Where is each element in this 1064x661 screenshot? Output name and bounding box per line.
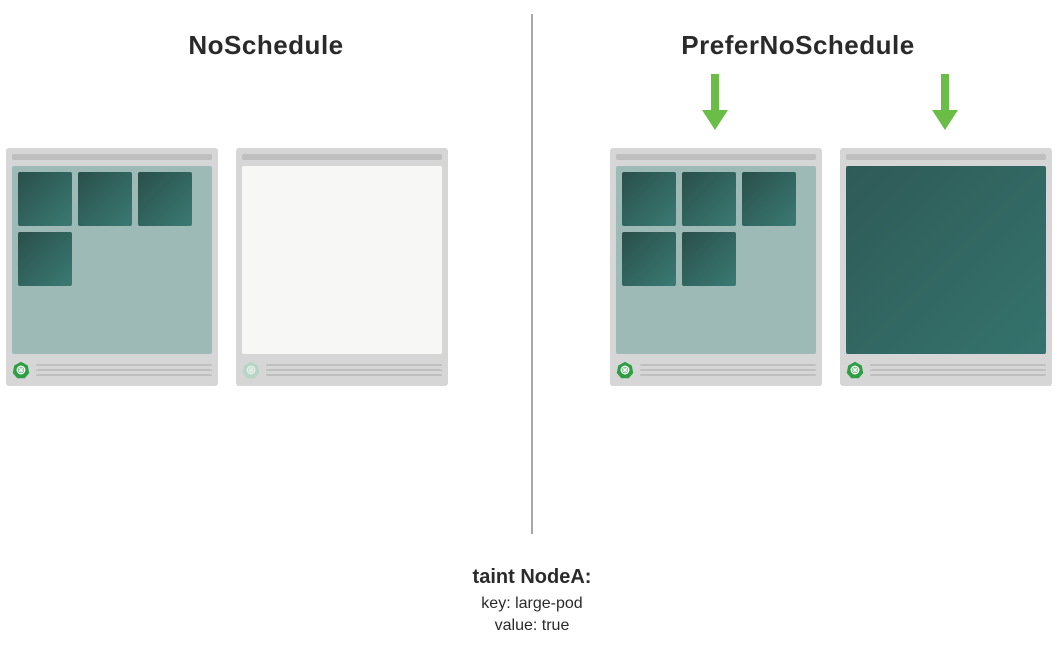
- kubernetes-icon: [616, 361, 634, 379]
- node-footer: [616, 360, 816, 380]
- node-workload: [616, 166, 816, 354]
- node-footer: [846, 360, 1046, 380]
- heading-prefernoschedule: PreferNoSchedule: [532, 30, 1064, 61]
- node-footer: [242, 360, 442, 380]
- taint-caption: taint NodeA: key: large-pod value: true: [0, 566, 1064, 637]
- node-topbar: [616, 154, 816, 160]
- taint-value: value: true: [0, 615, 1064, 637]
- node-topbar: [846, 154, 1046, 160]
- large-pod-icon: [846, 166, 1046, 354]
- node-meta-lines: [36, 364, 212, 376]
- kubernetes-icon: [846, 361, 864, 379]
- node-workload: [12, 166, 212, 354]
- pod-icon: [18, 172, 72, 226]
- kubernetes-icon: [242, 361, 260, 379]
- center-divider: [531, 14, 533, 534]
- node-card-left-active: [6, 148, 218, 386]
- node-meta-lines: [640, 364, 816, 376]
- pod-icon: [682, 232, 736, 286]
- node-topbar: [242, 154, 442, 160]
- arrow-down-icon: [930, 72, 960, 132]
- pod-icon: [622, 232, 676, 286]
- node-topbar: [12, 154, 212, 160]
- taint-key: key: large-pod: [0, 593, 1064, 615]
- node-meta-lines: [870, 364, 1046, 376]
- pod-icon: [78, 172, 132, 226]
- node-card-right-tainted: [840, 148, 1052, 386]
- pod-icon: [742, 172, 796, 226]
- pod-icon: [138, 172, 192, 226]
- heading-noschedule: NoSchedule: [0, 30, 532, 61]
- pod-icon: [18, 232, 72, 286]
- kubernetes-icon: [12, 361, 30, 379]
- node-card-left-tainted: [236, 148, 448, 386]
- arrow-down-icon: [700, 72, 730, 132]
- pod-icon: [682, 172, 736, 226]
- node-workload-empty: [242, 166, 442, 354]
- node-card-right-active: [610, 148, 822, 386]
- taint-title: taint NodeA:: [0, 566, 1064, 589]
- node-meta-lines: [266, 364, 442, 376]
- pod-icon: [622, 172, 676, 226]
- node-footer: [12, 360, 212, 380]
